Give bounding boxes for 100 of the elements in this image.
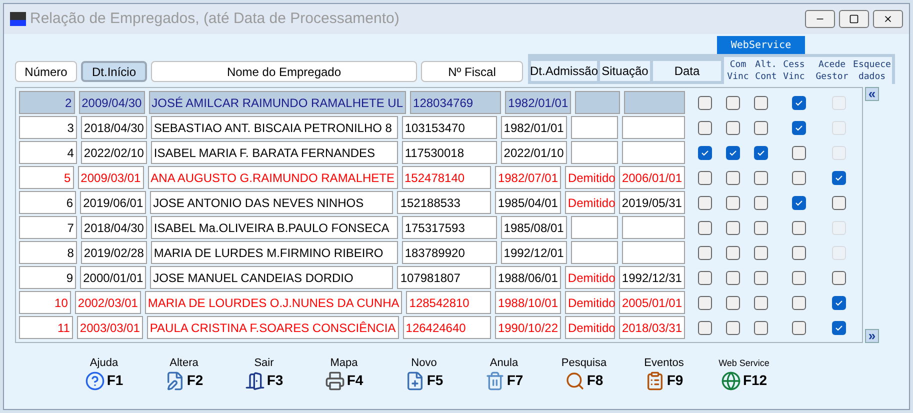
table-cell: 10 (19, 291, 71, 314)
close-button[interactable] (873, 10, 903, 28)
toolbar-button[interactable]: Mapa F4 (304, 357, 384, 391)
toolbar-button[interactable]: Eventos F9 (624, 357, 704, 391)
checkbox[interactable] (754, 320, 768, 334)
app-logo-icon (10, 12, 26, 26)
checkbox[interactable] (698, 96, 712, 110)
table-cell (570, 141, 618, 164)
checkbox[interactable] (754, 196, 768, 210)
column-header[interactable]: Número (15, 61, 77, 82)
table-cell: 1988/06/01 (494, 266, 561, 289)
checkbox[interactable] (698, 196, 712, 210)
table-cell: JOSÉ AMILCAR RAIMUNDO RAMALHETE UL (148, 91, 406, 114)
checkbox[interactable] (726, 196, 740, 210)
table-cell: 103153470 (402, 116, 497, 139)
checkbox[interactable] (832, 296, 846, 310)
checkbox[interactable] (698, 320, 712, 334)
checkbox[interactable] (792, 246, 806, 260)
checkbox[interactable] (832, 196, 846, 210)
checkbox[interactable] (698, 246, 712, 260)
toolbar-button[interactable]: Ajuda F1 (64, 357, 144, 391)
table-cell: 2019/05/31 (618, 191, 685, 214)
toolbar-button[interactable]: Web Service F12 (704, 357, 784, 391)
checkbox[interactable] (792, 270, 806, 284)
table-cell: 1985/08/01 (500, 216, 567, 239)
checkbox[interactable] (726, 296, 740, 310)
table-cell: Demitido (564, 291, 615, 314)
maximize-button[interactable] (839, 10, 869, 28)
table-cell: 1988/10/01 (494, 291, 561, 314)
toolbar-button[interactable]: Anula F7 (464, 357, 544, 391)
table-cell: MARIA DE LURDES M.FIRMINO RIBEIRO (150, 241, 398, 264)
checkbox[interactable] (726, 220, 740, 234)
checkbox[interactable] (698, 270, 712, 284)
checkbox[interactable] (792, 196, 806, 210)
table-cell (570, 116, 618, 139)
checkbox[interactable] (754, 246, 768, 260)
checkbox[interactable] (726, 96, 740, 110)
checkbox[interactable] (832, 170, 846, 184)
table-cell: 2002/03/01 (74, 291, 141, 314)
window-title: Relação de Empregados, (até Data de Processamento) (30, 8, 400, 29)
group-label: WebService (717, 36, 805, 54)
checkbox[interactable] (754, 170, 768, 184)
checkbox[interactable] (726, 170, 740, 184)
checkbox[interactable] (792, 296, 806, 310)
table-cell (570, 241, 618, 264)
table-cell: 152188533 (397, 191, 491, 214)
table-cell (622, 141, 685, 164)
checkbox[interactable] (792, 170, 806, 184)
help-icon (84, 370, 105, 390)
table-cell: 1982/01/01 (505, 91, 572, 114)
minimize-button[interactable] (805, 10, 835, 28)
checkbox[interactable] (698, 296, 712, 310)
checkbox[interactable] (698, 170, 712, 184)
scroll-button[interactable]: « (865, 87, 879, 101)
toolbar-button[interactable]: Novo F5 (384, 357, 464, 391)
checkbox[interactable] (792, 220, 806, 234)
checkbox[interactable] (792, 96, 806, 110)
checkbox[interactable] (726, 120, 740, 134)
checkbox[interactable] (754, 96, 768, 110)
column-header[interactable]: Nome do Empregado (151, 61, 417, 82)
table-cell: JOSE MANUEL CANDEIAS DORDIO (150, 266, 394, 289)
table-cell: 1985/04/01 (494, 191, 561, 214)
checkbox[interactable] (698, 120, 712, 134)
globe-icon (720, 370, 741, 390)
column-header: Alt. Cont (754, 58, 778, 84)
scroll-button[interactable]: » (865, 329, 879, 343)
column-header: Situação (600, 60, 650, 80)
checkmark-icon (728, 148, 737, 156)
checkbox[interactable] (726, 320, 740, 334)
table-cell: 9 (19, 266, 76, 289)
checkbox[interactable] (754, 296, 768, 310)
checkbox[interactable] (792, 120, 806, 134)
table-cell: 7 (19, 216, 77, 239)
checkbox[interactable] (754, 270, 768, 284)
table-cell: 1992/12/31 (618, 266, 685, 289)
table-cell: 2009/03/01 (78, 166, 144, 189)
checkbox[interactable] (726, 146, 740, 160)
checkbox[interactable] (832, 270, 846, 284)
checkbox[interactable] (792, 146, 806, 160)
table-cell: 4 (19, 141, 77, 164)
toolbar-button[interactable]: Sair F3 (224, 357, 304, 391)
toolbar-button[interactable]: Altera F2 (144, 357, 224, 391)
checkbox[interactable] (726, 246, 740, 260)
checkbox[interactable] (754, 146, 768, 160)
table-cell: 8 (19, 241, 77, 264)
checkbox[interactable] (698, 146, 712, 160)
trash-icon (484, 370, 505, 390)
checkbox[interactable] (832, 320, 846, 334)
clipboard-icon (644, 370, 665, 390)
column-header[interactable]: Nº Fiscal (421, 61, 523, 82)
checkbox[interactable] (754, 220, 768, 234)
checkmark-icon (794, 124, 803, 132)
table-cell: 2022/02/10 (80, 141, 147, 164)
checkbox[interactable] (698, 220, 712, 234)
checkbox[interactable] (792, 320, 806, 334)
checkbox[interactable] (726, 270, 740, 284)
column-header[interactable]: Dt.Início (81, 61, 147, 82)
toolbar-button[interactable]: Pesquisa F8 (544, 357, 624, 391)
checkbox[interactable] (754, 120, 768, 134)
table-cell (570, 216, 618, 239)
